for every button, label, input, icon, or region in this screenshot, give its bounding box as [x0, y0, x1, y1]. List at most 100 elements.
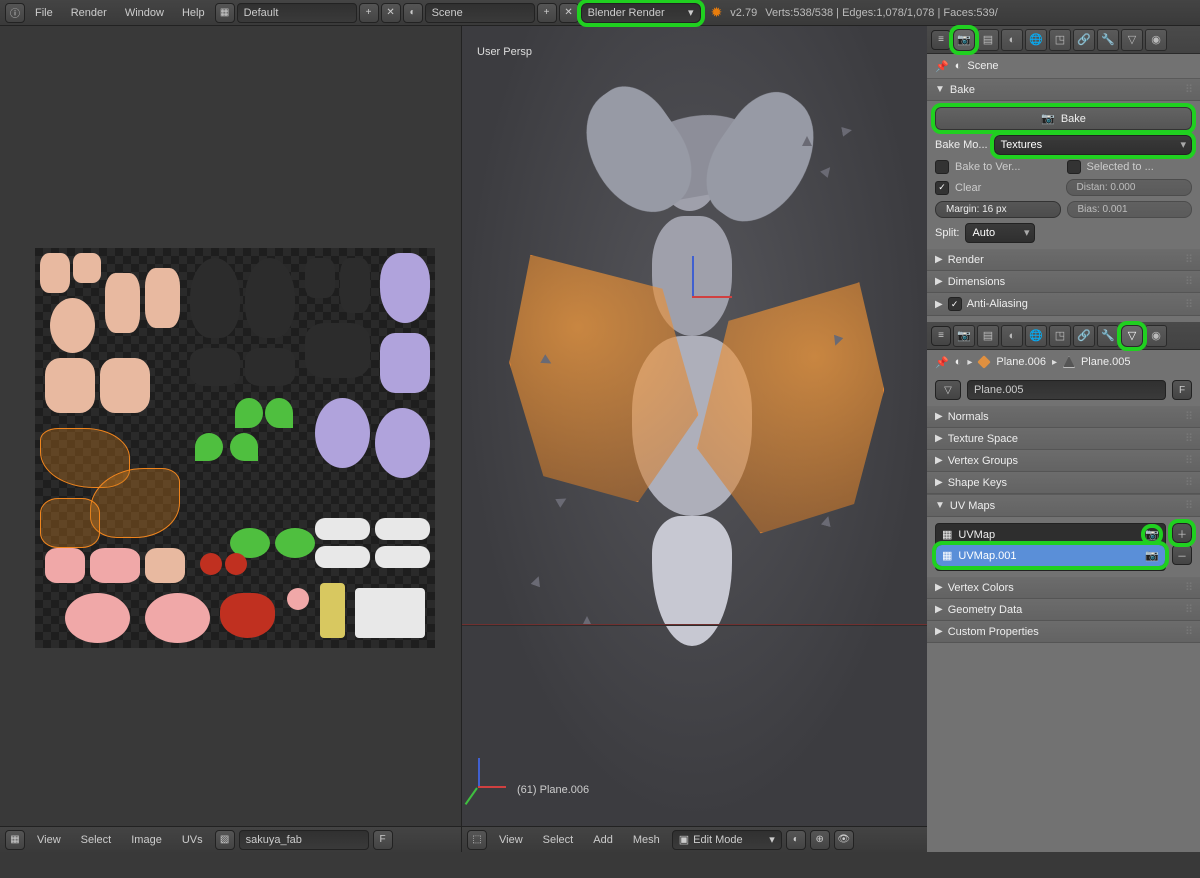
breadcrumb-scene[interactable]: Scene [967, 60, 998, 72]
vp-menu-add[interactable]: Add [585, 831, 621, 849]
texture-space-panel-header[interactable]: ▶Texture Space⠿ [927, 428, 1200, 450]
selected-to-active-checkbox[interactable] [1067, 160, 1081, 174]
uv-maps-list[interactable]: ▦ UVMap 📷 ▦ UVMap.001 📷 [935, 523, 1166, 571]
pivot-button[interactable]: ⊕ [810, 830, 830, 850]
texture-space-title: Texture Space [948, 433, 1018, 445]
dimensions-panel-header[interactable]: ▶Dimensions⠿ [927, 271, 1200, 293]
tab-render-layers-icon[interactable]: ▤ [977, 29, 999, 51]
uv-canvas[interactable] [0, 26, 461, 826]
image-name-field[interactable]: sakuya_fab [239, 830, 369, 850]
uv-image-editor: ▦ View Select Image UVs ▧ sakuya_fab F [0, 26, 462, 852]
shading-button[interactable]: ◐ [786, 830, 806, 850]
uv-map-remove-button[interactable]: － [1172, 545, 1192, 565]
tab2-data-icon[interactable]: ▽ [1121, 325, 1143, 347]
tab2-object-icon[interactable]: ◳ [1049, 325, 1071, 347]
add-scene-button[interactable]: + [537, 3, 557, 23]
prop-editor-type-icon-2[interactable]: ≡ [931, 326, 951, 346]
bake-panel: ▼ Bake ⠿ 📷 Bake Bake Mo... Textures Bak [927, 78, 1200, 249]
tab2-layers-icon[interactable]: ▤ [977, 325, 999, 347]
render-engine-dropdown[interactable]: Blender Render ▾ [581, 3, 701, 23]
scene-browse-icon[interactable]: ◐ [403, 3, 423, 23]
editor-type-3d-icon[interactable]: ⬚ [467, 830, 487, 850]
tab2-world-icon[interactable]: 🌐 [1025, 325, 1047, 347]
image-browse-icon[interactable]: ▧ [215, 830, 235, 850]
margin-field[interactable]: Margin: 16 px [935, 201, 1061, 218]
delete-screen-button[interactable]: ✕ [381, 3, 401, 23]
geometry-data-panel-header[interactable]: ▶Geometry Data⠿ [927, 599, 1200, 621]
uv-menu-select[interactable]: Select [73, 831, 120, 849]
tab-material-icon[interactable]: ◉ [1145, 29, 1167, 51]
vp-menu-mesh[interactable]: Mesh [625, 831, 668, 849]
render-breadcrumb: 📌 ◐ Scene [927, 54, 1200, 78]
viewport-footer: ⬚ View Select Add Mesh ▣ Edit Mode ▾ ◐ ⊕… [462, 826, 927, 852]
image-fake-user-button[interactable]: F [373, 830, 393, 850]
geometry-data-title: Geometry Data [948, 604, 1023, 616]
bake-mode-dropdown[interactable]: Textures [994, 135, 1192, 155]
mesh-fake-user-button[interactable]: F [1172, 380, 1192, 400]
tab-constraints-icon[interactable]: 🔗 [1073, 29, 1095, 51]
editor-type-info-icon[interactable]: ⓘ [5, 3, 25, 23]
anti-aliasing-checkbox[interactable]: ✓ [948, 297, 962, 311]
custom-properties-panel-header[interactable]: ▶Custom Properties⠿ [927, 621, 1200, 643]
render-panel-header[interactable]: ▶Render⠿ [927, 249, 1200, 271]
shape-keys-panel-header[interactable]: ▶Shape Keys⠿ [927, 472, 1200, 494]
tab-render-icon[interactable]: 📷 [953, 29, 975, 51]
version-label: v2.79 [730, 7, 757, 19]
viewport-canvas[interactable]: User Persp [462, 26, 927, 826]
clear-checkbox[interactable]: ✓ [935, 181, 949, 195]
mesh-browse-icon[interactable]: ▽ [935, 380, 961, 400]
bake-to-vertex-checkbox[interactable] [935, 160, 949, 174]
menu-file[interactable]: File [27, 4, 61, 22]
tab2-constraints-icon[interactable]: 🔗 [1073, 325, 1095, 347]
anti-aliasing-panel-header[interactable]: ▶ ✓ Anti-Aliasing⠿ [927, 293, 1200, 316]
tab-world-icon[interactable]: 🌐 [1025, 29, 1047, 51]
uv-map-item-0[interactable]: ▦ UVMap 📷 [936, 524, 1165, 545]
tab2-material-icon[interactable]: ◉ [1145, 325, 1167, 347]
vp-menu-select[interactable]: Select [535, 831, 582, 849]
screen-browse-icon[interactable]: ▦ [215, 3, 235, 23]
bake-panel-header[interactable]: ▼ Bake ⠿ [927, 79, 1200, 101]
uv-render-toggle-icon[interactable]: 📷 [1145, 549, 1159, 562]
tab2-scene-icon[interactable]: ◐ [1001, 325, 1023, 347]
vertex-colors-panel-header[interactable]: ▶Vertex Colors⠿ [927, 577, 1200, 599]
scene-field[interactable]: Scene [425, 3, 535, 23]
menu-render[interactable]: Render [63, 4, 115, 22]
mesh-name-field[interactable]: Plane.005 [967, 380, 1166, 400]
uv-menu-uvs[interactable]: UVs [174, 831, 211, 849]
tab-data-icon[interactable]: ▽ [1121, 29, 1143, 51]
tab2-render-icon[interactable]: 📷 [953, 325, 975, 347]
vertex-groups-panel-header[interactable]: ▶Vertex Groups⠿ [927, 450, 1200, 472]
uv-active-render-icon[interactable]: 📷 [1145, 528, 1159, 541]
tab2-modifiers-icon[interactable]: 🔧 [1097, 325, 1119, 347]
scene-icon-2: ◐ [955, 356, 962, 368]
editor-type-uv-icon[interactable]: ▦ [5, 830, 25, 850]
uv-map-item-1[interactable]: ▦ UVMap.001 📷 [936, 545, 1165, 566]
screen-layout-field[interactable]: Default [237, 3, 357, 23]
vp-menu-view[interactable]: View [491, 831, 531, 849]
tab-object-icon[interactable]: ◳ [1049, 29, 1071, 51]
visibility-button[interactable]: 👁 [834, 830, 854, 850]
breadcrumb-object[interactable]: Plane.006 [996, 356, 1046, 368]
tab-scene-icon[interactable]: ◐ [1001, 29, 1023, 51]
uv-menu-image[interactable]: Image [123, 831, 170, 849]
pin-icon-2[interactable]: 📌 [935, 356, 949, 369]
mode-dropdown[interactable]: ▣ Edit Mode ▾ [672, 830, 782, 850]
bake-button[interactable]: 📷 Bake [935, 107, 1192, 130]
delete-scene-button[interactable]: ✕ [559, 3, 579, 23]
uv-maps-header[interactable]: ▼ UV Maps ⠿ [927, 495, 1200, 517]
custom-properties-title: Custom Properties [948, 626, 1039, 638]
normals-panel-header[interactable]: ▶Normals⠿ [927, 406, 1200, 428]
bias-field[interactable]: Bias: 0.001 [1067, 201, 1193, 218]
uv-grid-icon: ▦ [942, 528, 952, 541]
tab-modifiers-icon[interactable]: 🔧 [1097, 29, 1119, 51]
menu-window[interactable]: Window [117, 4, 172, 22]
prop-editor-type-icon[interactable]: ≡ [931, 30, 951, 50]
add-screen-button[interactable]: + [359, 3, 379, 23]
split-dropdown[interactable]: Auto [965, 223, 1035, 243]
uv-map-add-button[interactable]: ＋ [1172, 523, 1192, 543]
breadcrumb-mesh[interactable]: Plane.005 [1081, 356, 1131, 368]
distance-field[interactable]: Distan: 0.000 [1066, 179, 1193, 196]
uv-menu-view[interactable]: View [29, 831, 69, 849]
menu-help[interactable]: Help [174, 4, 213, 22]
pin-icon[interactable]: 📌 [935, 60, 949, 73]
